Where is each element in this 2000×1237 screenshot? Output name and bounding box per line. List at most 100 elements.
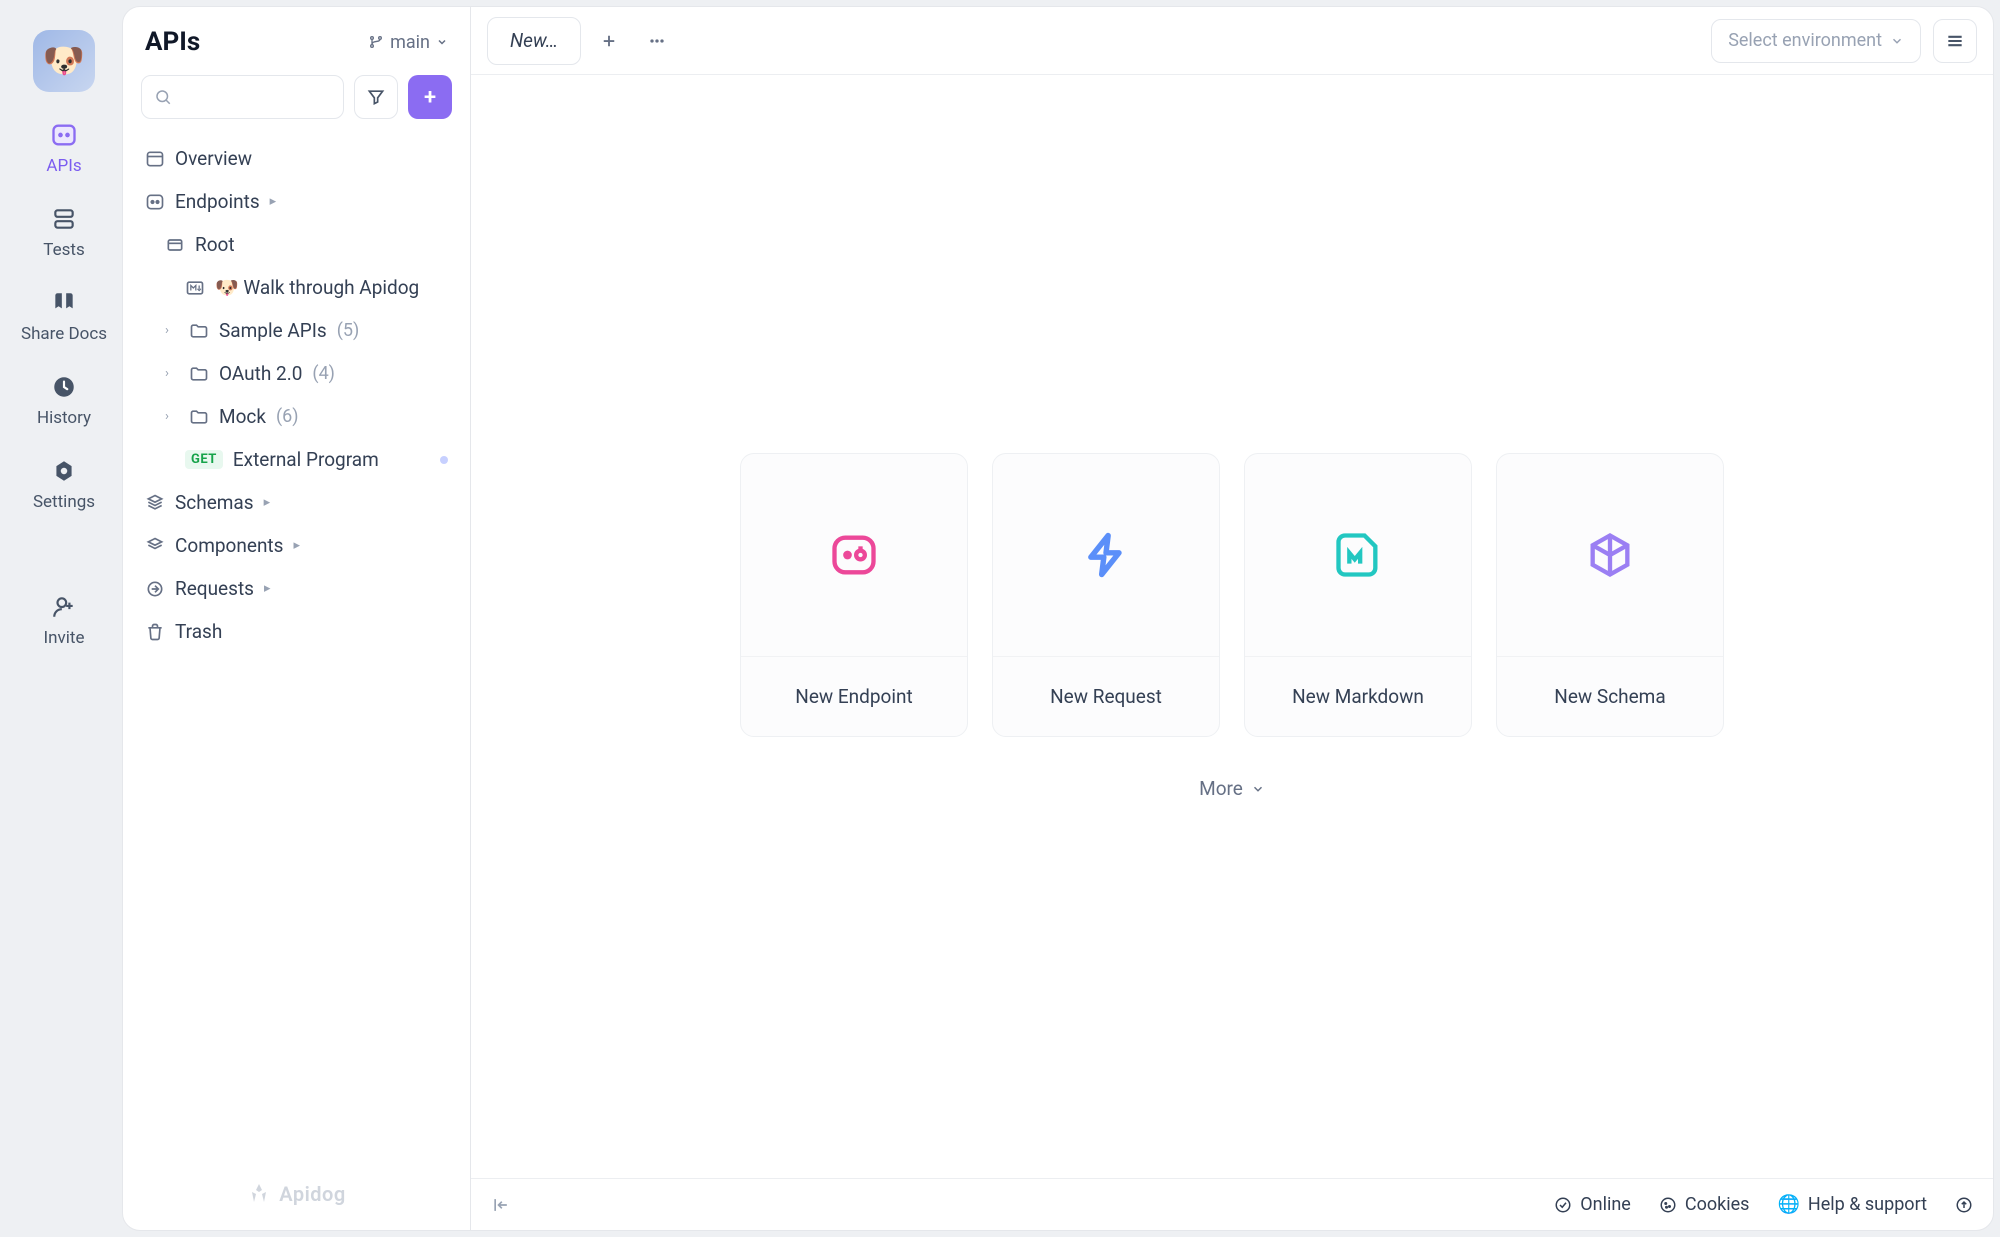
tree-count: (5): [337, 320, 360, 341]
plus-icon: +: [424, 85, 436, 110]
env-label: Select environment: [1728, 30, 1882, 51]
endpoint-icon: [741, 454, 967, 656]
help-label: Help & support: [1808, 1194, 1927, 1215]
caret-icon: ▸: [293, 538, 307, 553]
card-label: New Markdown: [1245, 656, 1471, 736]
root-icon: [165, 235, 185, 255]
collapse-sidebar-button[interactable]: [491, 1195, 511, 1215]
card-new-request[interactable]: New Request: [992, 453, 1220, 737]
rail-item-settings[interactable]: Settings: [33, 456, 95, 512]
tree-overview[interactable]: Overview: [133, 137, 460, 180]
chevron-right-icon: ›: [165, 323, 179, 338]
card-label: New Endpoint: [741, 656, 967, 736]
search-icon: [154, 88, 172, 106]
tree-components[interactable]: Components ▸: [133, 524, 460, 567]
card-new-endpoint[interactable]: New Endpoint: [740, 453, 968, 737]
schema-icon: [1497, 454, 1723, 656]
more-label: More: [1199, 777, 1243, 800]
branch-name: main: [390, 32, 430, 53]
chevron-down-icon: [1890, 34, 1904, 48]
caret-icon: ▸: [270, 194, 284, 209]
upload-icon: [1955, 1196, 1973, 1214]
content-area: New… Select environment: [471, 7, 1993, 1230]
rail-item-tests[interactable]: Tests: [43, 204, 84, 260]
rail-item-apis[interactable]: APIs: [46, 120, 81, 176]
workspace-avatar[interactable]: 🐶: [33, 30, 95, 92]
branch-selector[interactable]: main: [368, 32, 448, 53]
card-label: New Schema: [1497, 656, 1723, 736]
tab-new[interactable]: New…: [487, 17, 581, 65]
collapse-icon: [491, 1195, 511, 1215]
card-new-markdown[interactable]: New Markdown: [1244, 453, 1472, 737]
status-online[interactable]: Online: [1554, 1194, 1631, 1215]
environment-selector[interactable]: Select environment: [1711, 19, 1921, 63]
add-button[interactable]: +: [408, 75, 452, 119]
tree-count: (6): [276, 406, 299, 427]
tests-icon: [49, 204, 79, 234]
sidebar: APIs main: [123, 7, 471, 1230]
rail-item-invite[interactable]: Invite: [44, 592, 85, 648]
overview-icon: [145, 149, 165, 169]
card-new-schema[interactable]: New Schema: [1496, 453, 1724, 737]
tree-label: Mock: [219, 405, 266, 428]
rail-item-history[interactable]: History: [37, 372, 91, 428]
tree-label: OAuth 2.0: [219, 362, 302, 385]
caret-icon: ▸: [264, 495, 278, 510]
invite-icon: [49, 592, 79, 622]
tree: Overview Endpoints ▸ Root: [123, 133, 470, 657]
tree-root[interactable]: Root: [133, 223, 460, 266]
brand-icon: [247, 1182, 271, 1206]
tree-schemas[interactable]: Schemas ▸: [133, 481, 460, 524]
rail-item-sharedocs[interactable]: Share Docs: [21, 288, 107, 344]
tree-mock[interactable]: › Mock (6): [133, 395, 460, 438]
sidebar-title: APIs: [145, 27, 200, 57]
cookies-button[interactable]: Cookies: [1659, 1194, 1750, 1215]
tree-label: Sample APIs: [219, 319, 327, 342]
rail-label: Tests: [43, 240, 84, 260]
schemas-icon: [145, 493, 165, 513]
request-icon: [993, 454, 1219, 656]
tree-count: (4): [312, 363, 335, 384]
markdown-icon: [185, 278, 205, 298]
tree-walkthrough[interactable]: 🐶 Walk through Apidog: [133, 266, 460, 309]
endpoints-icon: [145, 192, 165, 212]
folder-icon: [189, 407, 209, 427]
folder-icon: [189, 321, 209, 341]
tabs-bar: New… Select environment: [471, 7, 1993, 75]
filter-icon: [366, 87, 386, 107]
help-button[interactable]: 🌐 Help & support: [1777, 1194, 1927, 1215]
rail-label: History: [37, 408, 91, 428]
menu-button[interactable]: [1933, 19, 1977, 63]
rail-label: Settings: [33, 492, 95, 512]
tree-label: Requests: [175, 577, 254, 600]
tree-endpoints[interactable]: Endpoints ▸: [133, 180, 460, 223]
apis-icon: [49, 120, 79, 150]
requests-icon: [145, 579, 165, 599]
filter-button[interactable]: [354, 75, 398, 119]
dots-icon: [647, 31, 667, 51]
folder-icon: [189, 364, 209, 384]
tree-label: Trash: [175, 620, 222, 643]
tree-oauth[interactable]: › OAuth 2.0 (4): [133, 352, 460, 395]
trash-icon: [145, 622, 165, 642]
tree-sample-apis[interactable]: › Sample APIs (5): [133, 309, 460, 352]
tab-more-button[interactable]: [637, 21, 677, 61]
rail-label: Invite: [44, 628, 85, 648]
upload-button[interactable]: [1955, 1196, 1973, 1214]
tree-external-program[interactable]: GET External Program: [133, 438, 460, 481]
canvas: New Endpoint New Request New Markdown: [471, 75, 1993, 1178]
chevron-down-icon: [436, 36, 448, 48]
search-input[interactable]: [141, 75, 344, 119]
markdown-icon: [1245, 454, 1471, 656]
branch-icon: [368, 34, 384, 50]
tree-requests[interactable]: Requests ▸: [133, 567, 460, 610]
caret-icon: ▸: [264, 581, 278, 596]
cookies-label: Cookies: [1685, 1194, 1750, 1215]
tree-trash[interactable]: Trash: [133, 610, 460, 653]
new-tab-button[interactable]: [589, 21, 629, 61]
more-button[interactable]: More: [1199, 777, 1265, 800]
history-icon: [49, 372, 79, 402]
tree-label: Components: [175, 534, 283, 557]
chevron-right-icon: ›: [165, 366, 179, 381]
brand-text: Apidog: [279, 1182, 346, 1206]
